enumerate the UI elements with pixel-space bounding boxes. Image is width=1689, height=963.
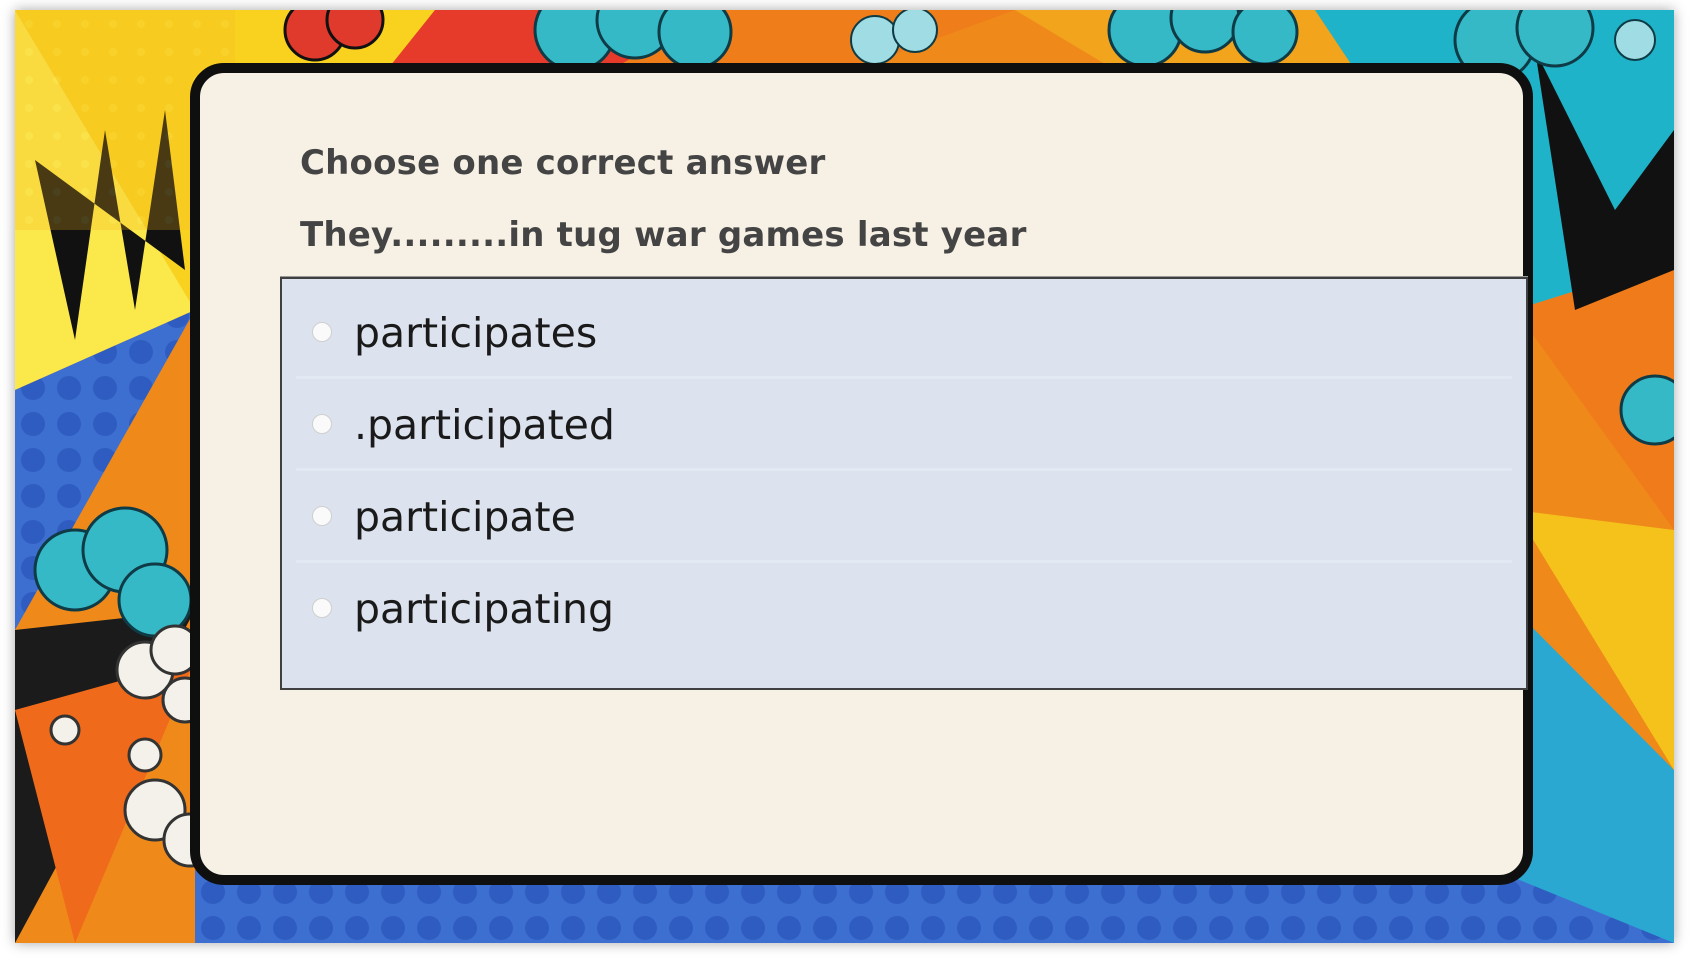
answer-option-label: participate <box>354 493 576 541</box>
quiz-question: They.........in tug war games last year <box>300 215 1027 255</box>
answer-option-label: participates <box>354 309 598 357</box>
radio-button[interactable] <box>312 414 332 434</box>
answer-options-panel: participates .participated participate p… <box>280 277 1528 690</box>
slide-frame: Choose one correct answer They.........i… <box>15 10 1674 943</box>
answer-option-participates[interactable]: participates <box>296 287 1512 379</box>
radio-button[interactable] <box>312 506 332 526</box>
quiz-card: Choose one correct answer They.........i… <box>190 63 1533 885</box>
answer-option-label: participating <box>354 585 615 633</box>
answer-option-participating[interactable]: participating <box>296 563 1512 655</box>
answer-option-label: .participated <box>354 401 615 449</box>
radio-button[interactable] <box>312 598 332 618</box>
answer-option-participate[interactable]: participate <box>296 471 1512 563</box>
quiz-instruction: Choose one correct answer <box>300 143 826 183</box>
radio-button[interactable] <box>312 322 332 342</box>
answer-option-participated[interactable]: .participated <box>296 379 1512 471</box>
